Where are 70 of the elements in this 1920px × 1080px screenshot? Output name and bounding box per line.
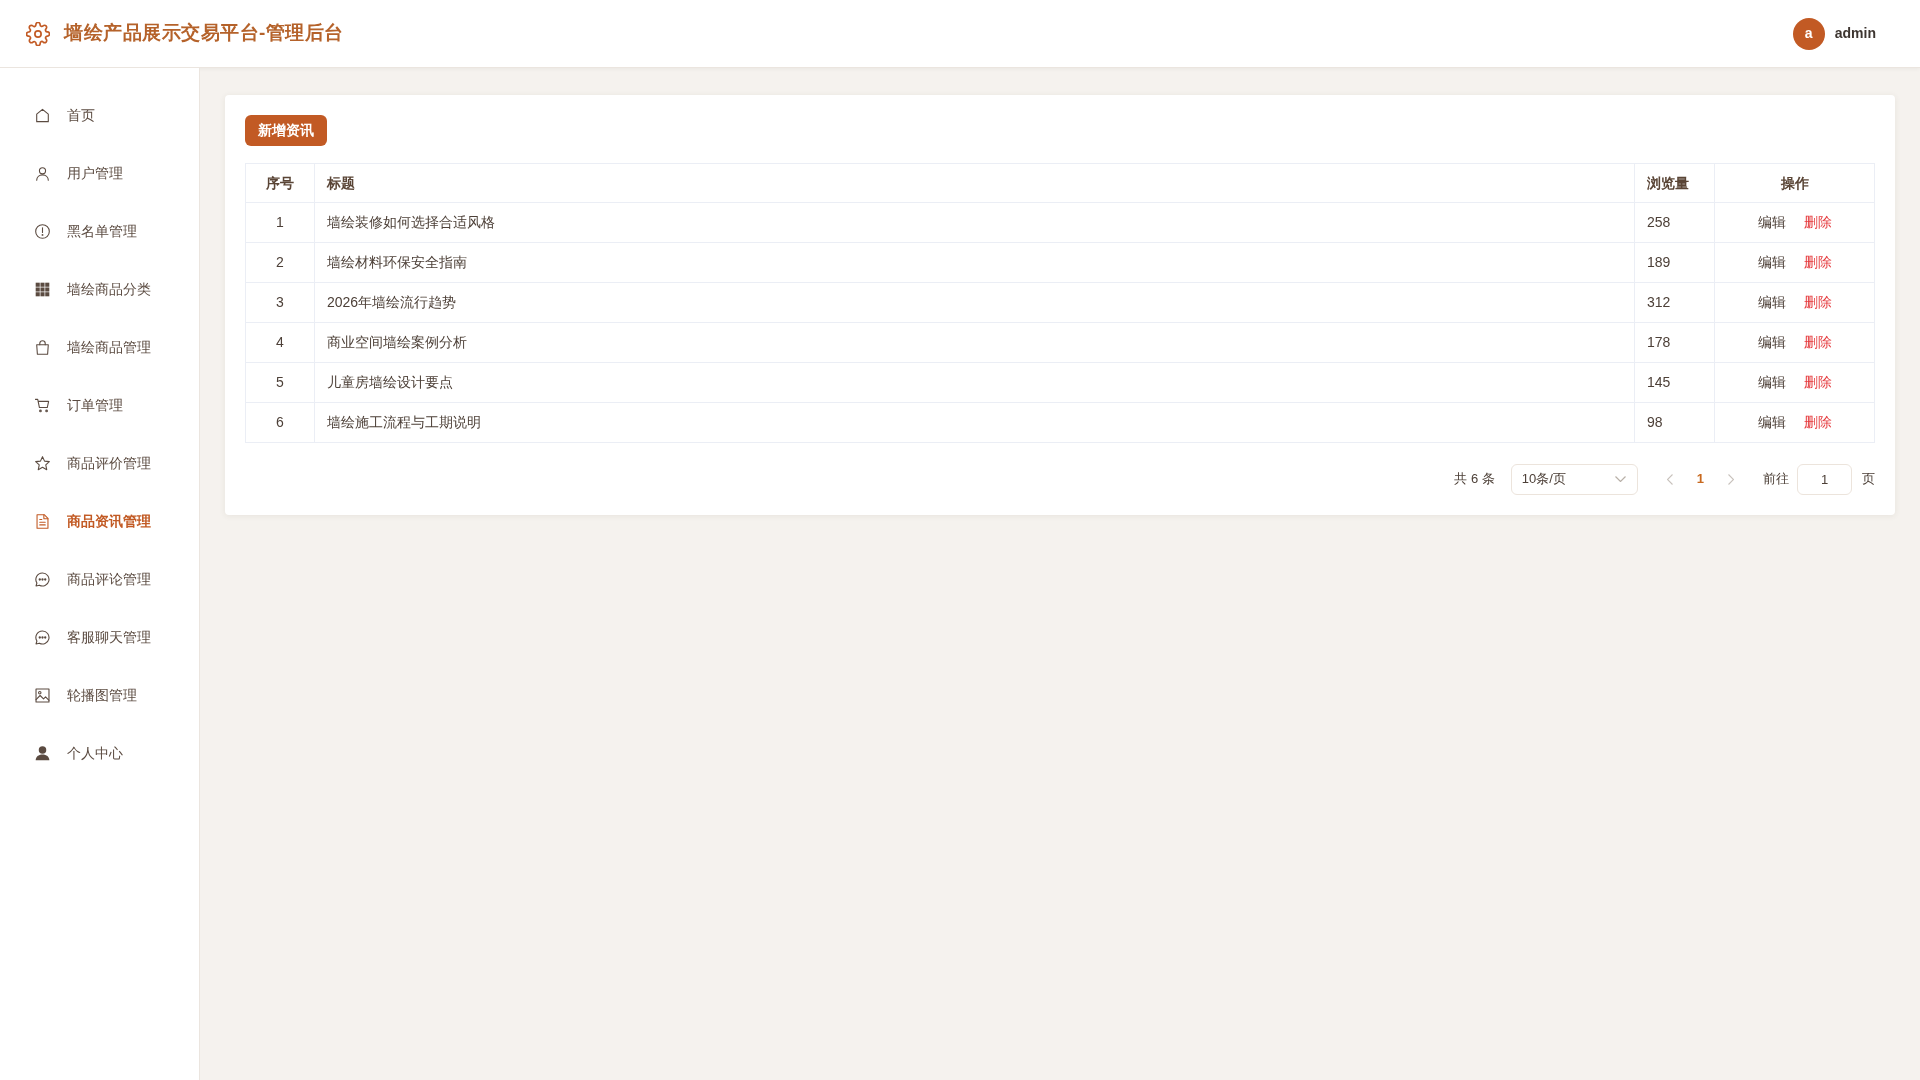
chat-bubble-icon: [35, 629, 50, 645]
edit-link[interactable]: 编辑: [1757, 412, 1786, 433]
table-cell: 145: [1634, 362, 1715, 403]
shopping-bag-icon: [35, 339, 50, 355]
user-name: admin: [1834, 24, 1876, 43]
delete-link[interactable]: 删除: [1803, 212, 1832, 233]
delete-link[interactable]: 删除: [1803, 372, 1832, 393]
sidebar-item[interactable]: 墙绘商品分类: [0, 260, 199, 318]
edit-link[interactable]: 编辑: [1757, 332, 1786, 353]
user-icon: [35, 165, 50, 181]
sidebar-item[interactable]: 商品评价管理: [0, 434, 199, 492]
chevron-down-icon: [1614, 476, 1626, 482]
chat-bubble-icon: [35, 571, 50, 587]
sidebar-item[interactable]: 个人中心: [0, 724, 199, 782]
column-header: 序号: [245, 163, 315, 203]
table-cell: 墙绘施工流程与工期说明: [314, 402, 1635, 443]
page-size-select[interactable]: 10条/页: [1510, 463, 1638, 495]
sidebar-item[interactable]: 用户管理: [0, 144, 199, 202]
page-jump-input[interactable]: 1: [1797, 463, 1852, 495]
delete-link[interactable]: 删除: [1803, 252, 1832, 273]
document-icon: [35, 513, 50, 529]
delete-link[interactable]: 删除: [1803, 332, 1832, 353]
home-icon: [35, 107, 50, 123]
column-header: 标题: [314, 163, 1635, 203]
image-icon: [35, 687, 50, 703]
table-cell: 2026年墙绘流行趋势: [314, 282, 1635, 323]
sidebar-item[interactable]: 墙绘商品管理: [0, 318, 199, 376]
column-header: 操作: [1714, 163, 1875, 203]
table-cell: 4: [245, 322, 315, 363]
table-cell: 258: [1634, 202, 1715, 243]
edit-link[interactable]: 编辑: [1757, 212, 1786, 233]
table-cell: 墙绘装修如何选择合适风格: [314, 202, 1635, 243]
sidebar-item[interactable]: 商品资讯管理: [0, 492, 199, 550]
sidebar-item[interactable]: 轮播图管理: [0, 666, 199, 724]
column-header: 浏览量: [1634, 163, 1715, 203]
page-number[interactable]: 1: [1696, 469, 1704, 489]
table-cell: 5: [245, 362, 315, 403]
sidebar-item[interactable]: 首页: [0, 86, 199, 144]
page-suffix: 页: [1862, 470, 1875, 489]
app-title: 墙绘产品展示交易平台-管理后台: [64, 21, 344, 46]
star-icon: [35, 455, 50, 471]
gear-icon: [26, 21, 50, 46]
sidebar-item[interactable]: 黑名单管理: [0, 202, 199, 260]
sidebar-item[interactable]: 订单管理: [0, 376, 199, 434]
total-count: 共 6 条: [1454, 470, 1495, 489]
exclamation-circle-icon: [35, 223, 50, 239]
table-cell: 2: [245, 242, 315, 283]
table-cell: 6: [245, 402, 315, 443]
table-cell: 3: [245, 282, 315, 323]
table-cell: 墙绘材料环保安全指南: [314, 242, 1635, 283]
table-cell: 商业空间墙绘案例分析: [314, 322, 1635, 363]
table-cell: 98: [1634, 402, 1715, 443]
table-cell: 178: [1634, 322, 1715, 363]
user-avatar[interactable]: a: [1792, 17, 1825, 50]
sidebar-item[interactable]: 商品评论管理: [0, 550, 199, 608]
cart-icon: [35, 397, 50, 413]
sidebar-item[interactable]: 客服聊天管理: [0, 608, 199, 666]
edit-link[interactable]: 编辑: [1757, 372, 1786, 393]
table-cell: 1: [245, 202, 315, 243]
add-news-button[interactable]: 新增资讯: [245, 115, 327, 146]
edit-link[interactable]: 编辑: [1757, 292, 1786, 313]
goto-label: 前往: [1763, 470, 1789, 489]
grid-icon: [35, 281, 50, 297]
table-cell: 儿童房墙绘设计要点: [314, 362, 1635, 403]
table-cell: 189: [1634, 242, 1715, 283]
table-cell: 312: [1634, 282, 1715, 323]
person-icon: [35, 745, 50, 761]
delete-link[interactable]: 删除: [1803, 292, 1832, 313]
edit-link[interactable]: 编辑: [1757, 252, 1786, 273]
delete-link[interactable]: 删除: [1803, 412, 1832, 433]
